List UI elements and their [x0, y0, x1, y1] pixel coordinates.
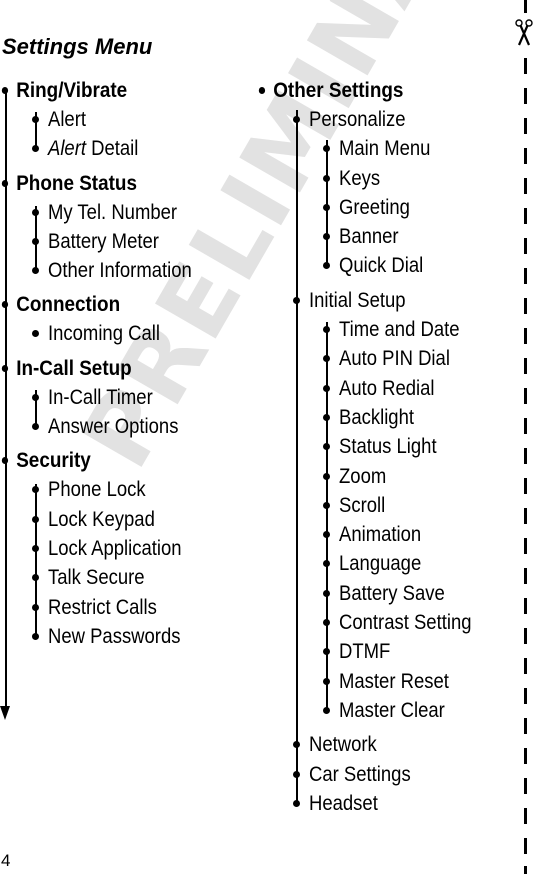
submenu-item: My Tel. Number — [0, 198, 250, 227]
submenu-item: Restrict Calls — [0, 593, 250, 622]
page-title: Settings Menu — [2, 34, 153, 59]
submenu-item-personalize: Personalize — [257, 105, 507, 134]
submenu-item-alert: Alert — [0, 105, 250, 134]
scissors-icon — [515, 19, 533, 52]
bullet-icon — [258, 87, 266, 94]
submenu-item: Language — [257, 549, 507, 578]
submenu-item: Phone Lock — [0, 475, 250, 504]
bullet-icon — [323, 174, 330, 182]
submenu-item: Lock Keypad — [0, 505, 250, 534]
left-menu-tree: Ring/Vibrate Alert Alert Detail Phone St… — [0, 76, 250, 651]
bullet-icon — [32, 515, 39, 523]
bullet-icon — [323, 443, 330, 451]
bullet-icon — [32, 208, 39, 216]
menu-item-security: Security — [0, 446, 225, 475]
submenu-item: Contrast Setting — [257, 608, 507, 637]
submenu-item: Quick Dial — [257, 251, 507, 280]
submenu-item-alert-detail: Alert Detail — [0, 134, 250, 163]
submenu-item: Animation — [257, 520, 507, 549]
bullet-icon — [323, 531, 330, 539]
bullet-icon — [293, 770, 300, 778]
bullet-icon — [1, 301, 9, 309]
page-number: 4 — [1, 851, 11, 870]
bullet-icon — [323, 706, 330, 714]
bullet-icon — [323, 501, 330, 509]
submenu-item: Battery Save — [257, 579, 507, 608]
submenu-item: Banner — [257, 222, 507, 251]
bullet-icon — [32, 632, 39, 640]
bullet-icon — [32, 267, 39, 275]
submenu-item: Status Light — [257, 432, 507, 461]
bullet-icon — [323, 619, 330, 627]
bullet-icon — [323, 413, 330, 421]
menu-item-connection: Connection — [0, 290, 225, 319]
submenu-item: Lock Application — [0, 534, 250, 563]
bullet-icon — [323, 233, 330, 241]
menu-item-phone-status: Phone Status — [0, 169, 225, 198]
bullet-icon — [293, 116, 300, 123]
submenu-item: Other Information — [0, 256, 250, 285]
bullet-icon — [323, 384, 330, 392]
submenu-item: New Passwords — [0, 622, 250, 651]
submenu-item: Backlight — [257, 403, 507, 432]
submenu-item: Master Reset — [257, 667, 507, 696]
submenu-item: Greeting — [257, 193, 507, 222]
submenu-item: Time and Date — [257, 315, 507, 344]
menu-item-other-settings: Other Settings — [257, 76, 482, 105]
bullet-icon — [32, 237, 39, 245]
submenu-item: Incoming Call — [0, 319, 250, 348]
bullet-icon — [323, 326, 330, 334]
submenu-item-initial-setup: Initial Setup — [257, 286, 507, 315]
submenu-item-headset: Headset — [257, 789, 507, 818]
bullet-icon — [32, 116, 39, 123]
bullet-icon — [323, 472, 330, 480]
menu-item-ring-vibrate: Ring/Vibrate — [0, 76, 225, 105]
submenu-item: DTMF — [257, 637, 507, 666]
submenu-item: In-Call Timer — [0, 383, 250, 412]
bullet-icon — [293, 741, 300, 749]
bullet-icon — [32, 393, 39, 401]
bullet-icon — [293, 296, 300, 304]
submenu-item-car-settings: Car Settings — [257, 760, 507, 789]
submenu-item: Auto Redial — [257, 374, 507, 403]
bullet-icon — [323, 203, 330, 211]
bullet-icon — [1, 179, 9, 187]
submenu-item: Talk Secure — [0, 563, 250, 592]
bullet-icon — [323, 648, 330, 656]
bullet-icon — [323, 355, 330, 363]
bullet-icon — [32, 603, 39, 611]
submenu-item: Zoom — [257, 462, 507, 491]
submenu-item: Keys — [257, 164, 507, 193]
submenu-item: Answer Options — [0, 412, 250, 441]
submenu-item: Battery Meter — [0, 227, 250, 256]
cut-line — [524, 0, 527, 874]
submenu-item: Auto PIN Dial — [257, 344, 507, 373]
bullet-icon — [1, 364, 9, 372]
bullet-icon — [32, 574, 39, 582]
right-menu-tree: Other Settings Personalize Main Menu Key… — [257, 76, 507, 818]
submenu-item: Main Menu — [257, 134, 507, 163]
arrow-down-icon — [0, 706, 10, 720]
submenu-item: Master Clear — [257, 696, 507, 725]
bullet-icon — [323, 589, 330, 597]
bullet-icon — [1, 457, 9, 465]
menu-item-in-call-setup: In-Call Setup — [0, 354, 225, 383]
bullet-icon — [32, 145, 39, 153]
submenu-item: Scroll — [257, 491, 507, 520]
bullet-icon — [323, 560, 330, 568]
bullet-icon — [323, 262, 330, 270]
bullet-icon — [32, 423, 39, 431]
submenu-item-network: Network — [257, 730, 507, 759]
bullet-icon — [293, 799, 300, 807]
bullet-icon — [1, 87, 9, 94]
bullet-icon — [323, 677, 330, 685]
bullet-icon — [32, 544, 39, 552]
bullet-icon — [32, 486, 39, 494]
bullet-icon — [32, 330, 39, 338]
bullet-icon — [323, 145, 330, 153]
